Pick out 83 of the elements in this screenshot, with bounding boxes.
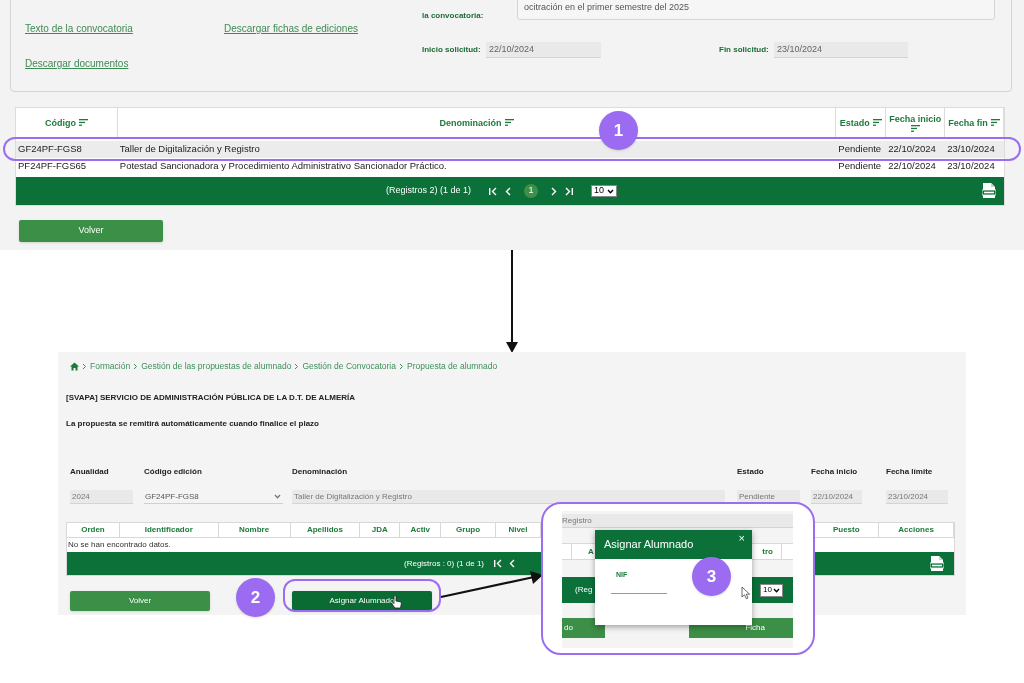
chevron-right-icon (82, 362, 87, 370)
chevron-down-icon (274, 494, 281, 499)
link[interactable]: Texto de la convocatoria (25, 21, 133, 36)
assign-button[interactable]: Asignar Alumnado (292, 591, 432, 611)
spreadsheet-icon[interactable] (930, 555, 944, 572)
text-area[interactable]: ocitración en el primer semestre del 2025 (517, 0, 995, 20)
sort-icon[interactable] (504, 119, 514, 126)
column-header: Nombre (218, 523, 291, 537)
sort-icon[interactable] (78, 119, 88, 126)
column-header: Acciones (879, 523, 954, 537)
chevron-right-icon (133, 362, 139, 370)
field-label: la convocatoria: (422, 10, 485, 22)
field-label: Fin solicitud: (719, 44, 770, 56)
column-header[interactable]: Fecha fin (946, 116, 1002, 129)
column-header: Activ (400, 523, 442, 537)
table-cell: 23/10/2024 (947, 142, 995, 157)
breadcrumb-link[interactable]: Propuesta de alumnado (407, 359, 498, 373)
field-label: Denominación (292, 466, 349, 478)
close-button[interactable]: × (738, 532, 745, 544)
table-cell: GF24PF-FGS8 (18, 142, 82, 157)
column-header[interactable]: Fecha inicio (886, 113, 945, 132)
select-field[interactable]: GF24PF-FGS8 (144, 490, 283, 504)
link[interactable]: Descargar documentos (25, 56, 129, 71)
table-cell: Potestad Sancionadora y Procedimiento Administrativo Sancionador Práctico. (119, 159, 447, 174)
text-field[interactable]: 22/10/2024 (811, 490, 862, 504)
column-header: Identificador (119, 523, 219, 537)
page-size-select[interactable]: 10 (591, 185, 618, 197)
column-header: JDA (360, 523, 401, 537)
pagination-summary: (Reg (575, 584, 593, 596)
empty-message: No se han encontrado datos. (68, 539, 171, 551)
table-cell: Taller de Digitalización y Registro (119, 142, 260, 157)
page-number[interactable]: 1 (524, 184, 539, 198)
last-page-icon[interactable] (565, 186, 575, 196)
sort-icon[interactable] (872, 119, 882, 126)
column-header[interactable]: Estado (837, 116, 884, 129)
text-field[interactable]: Taller de Digitalización y Registro (292, 490, 725, 504)
column-header: Orden (67, 523, 120, 537)
chevron-down-icon (773, 587, 780, 593)
link[interactable]: Descargar fichas de ediciones (224, 21, 358, 36)
table-cell: PF24PF-FGS65 (18, 159, 87, 174)
text-field[interactable]: Registro (562, 514, 793, 528)
field-label: Fecha inicio (811, 466, 859, 478)
chevron-right-icon (399, 362, 404, 370)
table-cell: Pendiente (838, 142, 882, 157)
date-field[interactable]: 23/10/2024 (774, 42, 908, 58)
home-icon[interactable] (70, 361, 79, 371)
table-cell: 23/10/2024 (947, 159, 995, 174)
page-heading: [SVAPA] SERVICIO DE ADMINISTRACIÓN PÚBLICA DE LA D.T. DE ALMERÍA (65, 392, 356, 404)
column-header[interactable]: Código (42, 116, 90, 129)
column-header: Apellidos (290, 523, 361, 537)
first-page-icon[interactable] (493, 559, 503, 568)
first-page-icon[interactable] (488, 186, 498, 196)
back-button[interactable]: Volver (70, 591, 210, 611)
next-page-icon[interactable] (549, 186, 559, 196)
breadcrumb-link[interactable]: Gestión de las propuestas de alumnado (141, 359, 292, 373)
spreadsheet-icon[interactable] (982, 182, 996, 199)
pagination-summary: (Registros : 0) (1 de 1) (404, 557, 485, 570)
button[interactable]: do (562, 618, 605, 638)
column-header: Nivel (496, 523, 541, 537)
breadcrumb-link[interactable]: Gestión de Convocatoria (302, 359, 396, 373)
pagination-summary: (Registros 2) (1 de 1) (386, 184, 472, 198)
text-field[interactable]: 23/10/2024 (886, 490, 948, 504)
back-button[interactable]: Volver (19, 220, 163, 242)
page-size-select[interactable]: 10 (760, 583, 783, 597)
notice-text: La propuesta se remitirá automáticamente cuando finalice el plazo (65, 418, 319, 430)
table-cell: Pendiente (838, 159, 882, 174)
field-label: Estado (737, 466, 765, 478)
table-cell: 22/10/2024 (888, 159, 936, 174)
field-label: Anualidad (70, 466, 110, 478)
date-field[interactable]: 22/10/2024 (486, 42, 601, 58)
text-field[interactable]: 2024 (70, 490, 133, 504)
sort-icon[interactable] (990, 119, 1000, 126)
field-label: Código edición (144, 466, 203, 478)
chevron-down-icon (607, 188, 615, 194)
breadcrumb-link[interactable]: Formación (90, 359, 131, 373)
column-header: Grupo (441, 523, 497, 537)
column-header[interactable]: Denominación (437, 116, 516, 129)
chevron-right-icon (294, 362, 300, 370)
field-label: Inicio solicitud: (422, 44, 482, 56)
table-cell: 22/10/2024 (888, 142, 936, 157)
field-label: Fecha límite (886, 466, 934, 478)
sort-icon[interactable] (910, 125, 920, 132)
table-row[interactable]: GF24PF-FGS8 Taller de Digitalización y Registro Pendiente 22/10/2024 23/10/2024 (16, 141, 1004, 158)
